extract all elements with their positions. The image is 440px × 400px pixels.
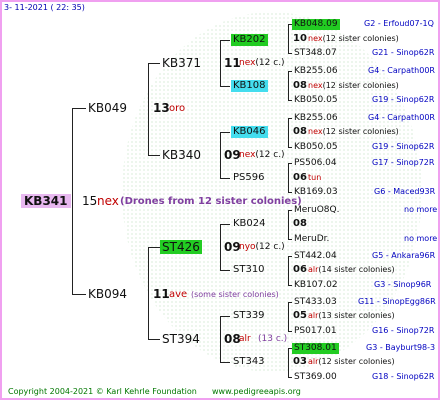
pedigree-frame: 3- 11-2021 ( 22: 35) KB341 15 nex (Drone…	[0, 0, 440, 400]
root-count: 15	[82, 194, 98, 208]
root-queen-label[interactable]: KB341	[21, 194, 71, 208]
gen4-label[interactable]: KB255.06	[294, 67, 338, 76]
gen1-note: ave	[169, 289, 188, 300]
gen3-label[interactable]: KB046	[231, 126, 268, 138]
gen4-label[interactable]: MeruDr.	[294, 235, 329, 244]
gen4-label[interactable]: ST442.04	[294, 252, 337, 261]
gen4-label[interactable]: KB050.05	[294, 143, 338, 152]
gen3-count: 03	[293, 356, 307, 367]
gen4-info: G3 - Sinop96R	[374, 280, 432, 289]
gen4-info: G2 - Erfoud07-1Q	[364, 19, 434, 28]
gen4-info: G21 - Sinop62R	[372, 48, 435, 57]
gen3-note: alr(13 sister colonies)	[308, 311, 395, 320]
connector-gen2-a	[220, 40, 221, 87]
gen2-note-sub: (13 c.)	[258, 334, 288, 344]
connector-root	[72, 108, 73, 295]
gen3-note: nex(12 sister colonies)	[308, 34, 399, 43]
gen4-info: G11 - SinopEgg86R	[358, 297, 436, 306]
gen2-label[interactable]: ST394	[162, 333, 200, 345]
gen1-count: 13	[153, 101, 170, 115]
gen1-note: oro	[169, 103, 186, 114]
gen4-info: no more	[404, 234, 438, 243]
connector-gen2-d	[220, 316, 221, 363]
date-stamp: 3- 11-2021 ( 22: 35)	[4, 3, 85, 12]
gen2-label[interactable]: KB371	[162, 57, 201, 69]
gen4-label[interactable]: PS506.04	[294, 159, 337, 168]
gen4-label[interactable]: MeruO8Q.	[294, 206, 339, 215]
gen4-info: G18 - Sinop62R	[372, 372, 435, 381]
gen2-note: nex(12 c.)	[239, 150, 285, 160]
gen4-info: G16 - Sinop72R	[372, 326, 435, 335]
gen2-note: alr	[239, 334, 251, 344]
gen4-label[interactable]: ST369.00	[294, 373, 337, 382]
gen4-label[interactable]: KB255.06	[294, 114, 338, 123]
root-description: (Drones from 12 sister colonies)	[120, 196, 302, 207]
gen3-count: 08	[293, 80, 307, 91]
gen4-label[interactable]: KB169.03	[294, 188, 338, 197]
gen1-label[interactable]: KB049	[88, 102, 127, 114]
gen4-label[interactable]: ST308.01	[292, 343, 339, 354]
gen4-label[interactable]: ST433.03	[294, 298, 337, 307]
gen3-count: 06	[293, 264, 307, 275]
gen3-label[interactable]: ST343	[233, 357, 265, 367]
gen4-label[interactable]: ST348.07	[294, 49, 337, 58]
gen4-info: no more	[404, 205, 438, 214]
gen3-count: 06	[293, 172, 307, 183]
gen3-note: alr(12 sister colonies)	[308, 357, 395, 366]
gen3-count: 05	[293, 310, 307, 321]
gen4-info: G4 - Carpath00R	[368, 113, 435, 122]
gen1-description: (some sister colonies)	[191, 290, 279, 299]
gen2-note: nyo(12 c.)	[239, 242, 285, 252]
gen3-label[interactable]: KB024	[233, 219, 266, 229]
gen3-label[interactable]: ST339	[233, 311, 265, 321]
gen3-note: nex(12 sister colonies)	[308, 127, 399, 136]
footer-link[interactable]: www.pedigreeapis.org	[212, 388, 301, 396]
gen4-info: G3 - Bayburt98-3	[366, 343, 436, 352]
gen4-label[interactable]: KB050.05	[294, 96, 338, 105]
gen4-info: G4 - Carpath00R	[368, 66, 435, 75]
gen3-label[interactable]: ST310	[233, 265, 265, 275]
gen2-label[interactable]: ST426	[160, 240, 202, 254]
root-note: nex	[97, 194, 119, 208]
gen2-note: nex(12 c.)	[239, 58, 285, 68]
gen4-label[interactable]: KB048.09	[292, 19, 340, 30]
gen4-info: G6 - Maced93R	[374, 187, 436, 196]
gen3-note: nex(12 sister colonies)	[308, 81, 399, 90]
gen3-note: tun	[308, 173, 322, 182]
gen3-note: alr(14 sister colonies)	[308, 265, 395, 274]
gen1-count: 11	[153, 287, 170, 301]
connector-gen2-b	[220, 132, 221, 179]
connector-gen2-c	[220, 224, 221, 271]
gen4-info: G5 - Ankara96R	[372, 251, 436, 260]
gen3-label[interactable]: KB202	[231, 34, 268, 46]
gen2-label[interactable]: KB340	[162, 149, 201, 161]
gen4-label[interactable]: PS017.01	[294, 327, 337, 336]
gen4-label[interactable]: KB107.02	[294, 281, 338, 290]
gen4-info: G19 - Sinop62R	[372, 95, 435, 104]
gen3-label[interactable]: PS596	[233, 173, 264, 183]
connector-gen1-b	[148, 247, 149, 339]
footer-copyright: Copyright 2004-2021 © Karl Kehrle Founda…	[8, 387, 197, 396]
gen4-info: G17 - Sinop72R	[372, 158, 435, 167]
gen3-count: 08	[293, 218, 307, 229]
gen3-count: 08	[293, 126, 307, 137]
gen1-label[interactable]: KB094	[88, 288, 127, 300]
gen3-label[interactable]: KB108	[231, 80, 268, 92]
gen4-info: G19 - Sinop62R	[372, 142, 435, 151]
gen3-count: 10	[293, 33, 307, 44]
connector-gen1-a	[148, 63, 149, 155]
